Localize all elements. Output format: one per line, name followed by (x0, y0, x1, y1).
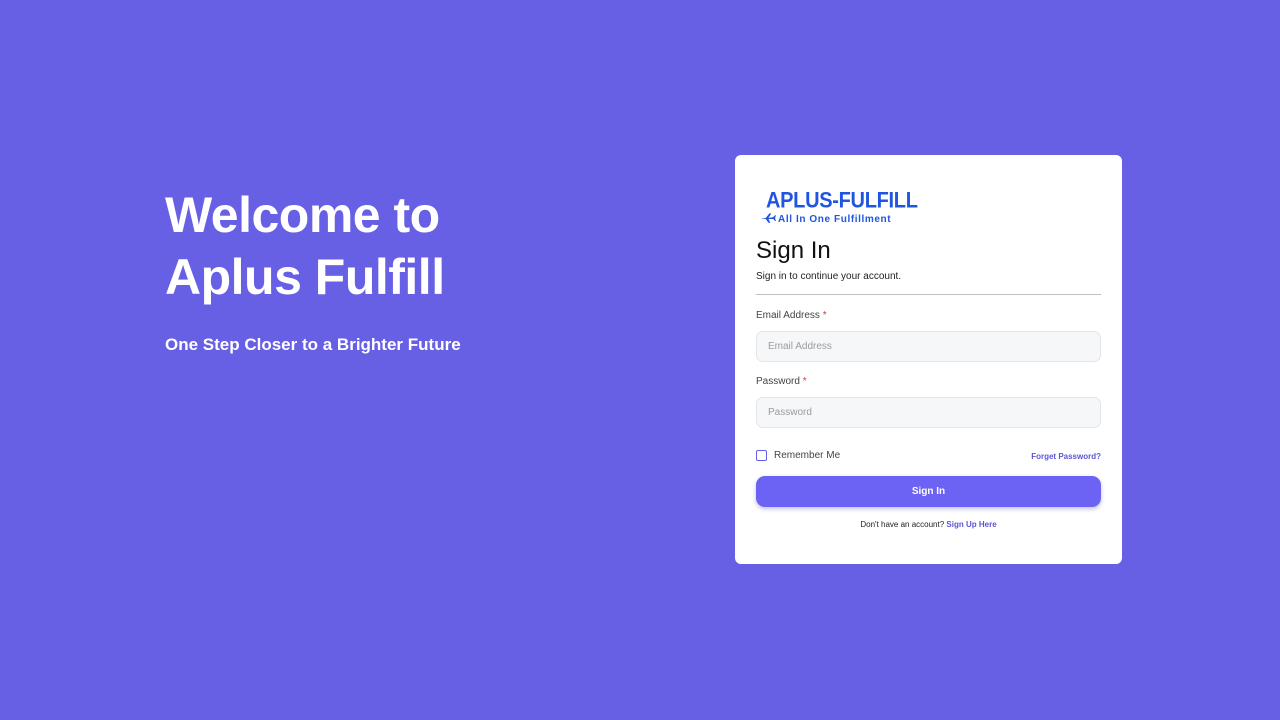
email-label: Email Address * (756, 310, 827, 321)
email-label-text: Email Address (756, 310, 820, 321)
email-input[interactable] (756, 331, 1101, 362)
logo-wordmark: APLUS-FULFILL (766, 189, 918, 214)
hero-section: Welcome to Aplus Fulfill One Step Closer… (165, 184, 625, 356)
forgot-password-link[interactable]: Forget Password? (1031, 452, 1101, 461)
logo-tagline: All In One Fulfillment (778, 214, 892, 225)
remember-me-checkbox[interactable] (756, 450, 767, 461)
divider (756, 294, 1101, 295)
signup-prompt: Don't have an account? (860, 520, 945, 529)
signup-row: Don't have an account? Sign Up Here (735, 520, 1122, 529)
sign-up-link[interactable]: Sign Up Here (946, 520, 996, 529)
sign-in-button[interactable]: Sign In (756, 476, 1101, 507)
remember-me-label: Remember Me (774, 450, 841, 461)
hero-subtitle: One Step Closer to a Brighter Future (165, 335, 461, 354)
password-input[interactable] (756, 397, 1101, 428)
signin-title: Sign In (756, 237, 831, 264)
email-required-mark: * (822, 310, 827, 321)
hero-title-line1: Welcome to (165, 187, 440, 243)
signin-card: APLUS-FULFILL All In One Fulfillment Sig… (735, 155, 1122, 564)
logo: APLUS-FULFILL All In One Fulfillment (761, 189, 918, 229)
password-label-text: Password (756, 376, 800, 387)
signin-subtitle: Sign in to continue your account. (756, 271, 902, 282)
hero-title-line2: Aplus Fulfill (165, 249, 445, 305)
remember-me[interactable]: Remember Me (756, 450, 840, 461)
password-label: Password * (756, 376, 807, 387)
airplane-icon (761, 213, 776, 223)
password-required-mark: * (802, 376, 807, 387)
hero-title: Welcome to Aplus Fulfill (165, 184, 625, 308)
